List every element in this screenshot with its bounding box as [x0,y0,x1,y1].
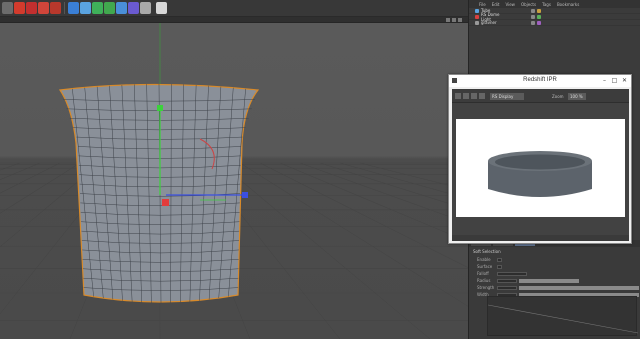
perspective-viewport[interactable] [0,23,468,339]
aov-dropdown[interactable]: RS Display [490,93,524,100]
menu-objects[interactable]: Objects [521,2,536,7]
render-view-icon[interactable] [26,2,37,14]
attribute-label: Radius [477,278,491,283]
render-settings-icon[interactable] [38,2,49,14]
strength-slider[interactable] [519,285,639,290]
picture-viewer-icon[interactable] [50,2,61,14]
subdivision-icon[interactable] [92,2,103,14]
object-row-gravner[interactable]: gravner [469,20,640,26]
camera-icon[interactable] [140,2,151,14]
rotate-view-icon[interactable] [458,18,462,22]
visibility-icon[interactable] [531,20,535,25]
zoom-field[interactable]: 100 % [568,93,586,100]
rendered-tube [488,151,592,197]
floor-grid-line [319,162,468,210]
falloff-dropdown[interactable] [497,271,527,276]
main-toolbar [0,0,468,17]
x-axis-handle-tip[interactable] [242,192,248,198]
minimize-button[interactable]: – [600,76,609,85]
attribute-label: Enable [477,257,491,262]
light-icon[interactable] [156,2,167,14]
play-icon[interactable] [455,93,461,99]
menu-edit[interactable]: Edit [492,2,500,7]
check-icon[interactable] [537,14,541,19]
object-name: gravner [481,20,497,25]
ipr-statusbar [452,235,629,241]
attribute-row-radius[interactable]: Radius [469,277,640,284]
environment-icon[interactable] [128,2,139,14]
floor-grid-line [0,162,81,214]
z-axis-handle-tip[interactable] [162,199,169,206]
floor-grid-line [259,162,468,268]
tag-icon[interactable] [537,8,541,13]
attribute-row-enable[interactable]: Enable [469,256,640,263]
cube-icon[interactable] [68,2,79,14]
refresh-icon[interactable] [463,93,469,99]
lock-icon[interactable] [471,93,477,99]
visibility-icon[interactable] [531,14,535,19]
tube-inner [495,154,585,170]
move-view-icon[interactable] [446,18,450,22]
viewport-scene [0,23,468,339]
visibility-icon[interactable] [531,8,535,13]
floor-grid-line [0,162,41,181]
surface-checkbox[interactable] [497,264,502,269]
attribute-row-surface[interactable]: Surface [469,263,640,270]
array-icon[interactable] [104,2,115,14]
menu-file[interactable]: File [479,2,486,7]
undo-icon[interactable] [2,2,13,14]
attribute-row-falloff[interactable]: Falloff [469,270,640,277]
material-tag-icon[interactable] [537,20,541,25]
deformer-icon[interactable] [116,2,127,14]
menu-tags[interactable]: Tags [542,2,551,7]
menu-view[interactable]: View [505,2,515,7]
y-axis-handle-tip[interactable] [157,105,163,111]
toolbar-separator [64,2,65,14]
attribute-label: Strength [477,285,495,290]
attribute-row-strength[interactable]: Strength [469,284,640,291]
falloff-curve [487,304,639,334]
enable-checkbox[interactable] [497,257,502,262]
pen-icon[interactable] [80,2,91,14]
object-manager-menu: File Edit View Objects Tags Bookmarks [469,0,640,8]
maximize-button[interactable]: □ [610,76,619,85]
zoom-label: Zoom [552,94,564,99]
light-object-icon [475,14,479,19]
close-button[interactable]: ✕ [620,76,629,85]
window-titlebar[interactable]: Redshift IPR – □ ✕ [449,75,631,87]
floor-grid-line [0,162,61,194]
ipr-body: RS Display Zoom 100 % [452,89,629,241]
null-object-icon [475,20,479,25]
floor-grid-line [219,162,431,339]
tube-object-icon [475,8,479,13]
attribute-manager: Soft Selection Enable Surface Falloff Ra… [468,240,640,339]
ipr-toolbar: RS Display Zoom 100 % [452,89,629,103]
attribute-label: Falloff [477,271,489,276]
redshift-ipr-window[interactable]: Redshift IPR – □ ✕ RS Display Zoom 100 % [448,74,632,244]
radius-field[interactable] [497,278,517,283]
menu-bookmarks[interactable]: Bookmarks [557,2,579,7]
floor-grid-line [0,162,21,171]
render-canvas[interactable] [456,119,625,217]
radius-slider[interactable] [519,278,579,283]
section-title: Soft Selection [473,249,501,254]
snapshot-icon[interactable] [479,93,485,99]
render-region-icon[interactable] [14,2,25,14]
attribute-label: Surface [477,264,493,269]
strength-field[interactable] [497,285,517,290]
falloff-graph[interactable] [487,296,639,336]
zoom-view-icon[interactable] [452,18,456,22]
